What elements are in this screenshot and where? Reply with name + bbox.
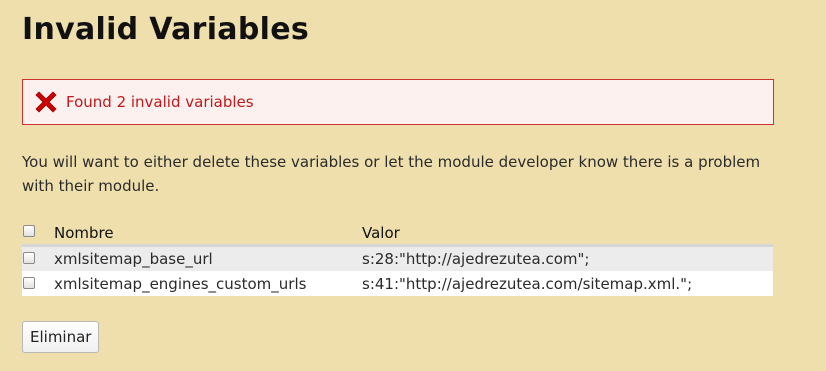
table-row: xmlsitemap_base_url s:28:"http://ajedrez… xyxy=(22,245,773,272)
variable-name: xmlsitemap_base_url xyxy=(54,245,362,272)
column-header-value[interactable]: Valor xyxy=(362,221,773,247)
select-all-cell xyxy=(22,221,54,247)
variable-value: s:28:"http://ajedrezutea.com"; xyxy=(362,245,773,272)
table-header-row: Nombre Valor xyxy=(22,221,773,247)
error-x-icon xyxy=(33,89,59,115)
variables-table: Nombre Valor xmlsitemap_base_url s:28:"h… xyxy=(22,221,773,296)
row-checkbox[interactable] xyxy=(23,251,35,264)
error-message: Found 2 invalid variables xyxy=(22,79,774,125)
row-checkbox-cell xyxy=(22,245,54,272)
variable-name: xmlsitemap_engines_custom_urls xyxy=(54,271,362,296)
variable-value: s:41:"http://ajedrezutea.com/sitemap.xml… xyxy=(362,271,773,296)
help-text: You will want to either delete these var… xyxy=(22,153,761,195)
error-message-text: Found 2 invalid variables xyxy=(66,93,254,111)
table-row: xmlsitemap_engines_custom_urls s:41:"htt… xyxy=(22,271,773,296)
row-checkbox-cell xyxy=(22,271,54,296)
delete-button[interactable]: Eliminar xyxy=(22,321,100,353)
select-all-checkbox[interactable] xyxy=(23,225,35,237)
column-header-name[interactable]: Nombre xyxy=(54,221,362,247)
row-checkbox[interactable] xyxy=(23,276,35,289)
page-title: Invalid Variables xyxy=(22,12,310,47)
